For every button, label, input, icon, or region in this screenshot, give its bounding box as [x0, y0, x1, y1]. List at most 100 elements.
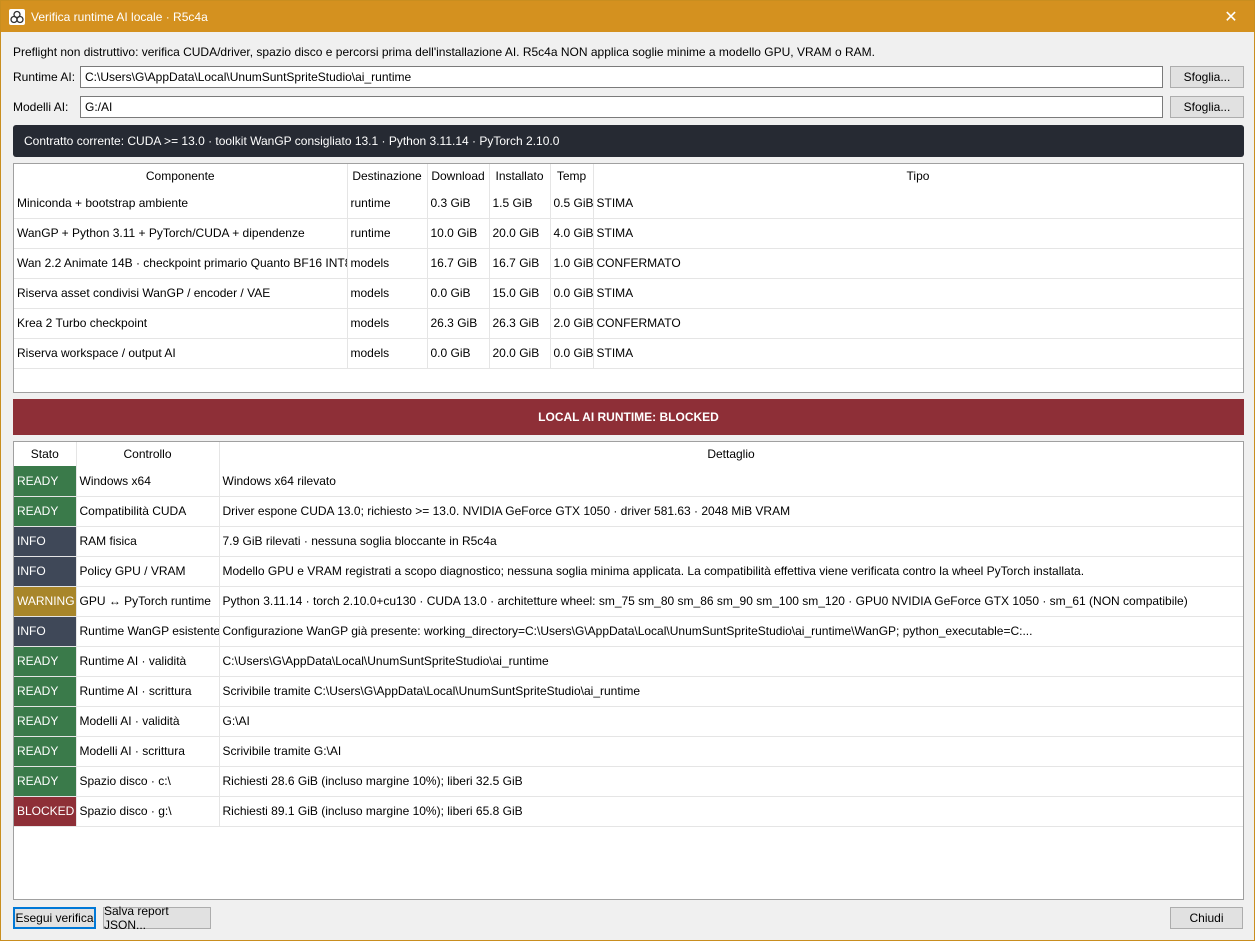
component-cell: STIMA [593, 188, 1243, 219]
component-row[interactable]: Miniconda + bootstrap ambiente runtime 0.3… [14, 188, 1243, 219]
dialog-window: Verifica runtime AI locale · R5c4a ✕ Pre… [0, 0, 1255, 941]
check-row[interactable]: READY Compatibilità CUDA Driver espone CUD… [14, 496, 1243, 527]
checks-table[interactable]: Stato Controllo Dettaglio READY Windows x64… [13, 441, 1244, 900]
component-cell: models [347, 338, 428, 369]
check-row[interactable]: INFO Policy GPU / VRAM Modello GPU e VRAM … [14, 556, 1243, 587]
check-row[interactable]: WARNING GPU ↔ PyTorch runtime Python 3.11.… [14, 586, 1243, 617]
models-path-row: Modelli AI: Sfoglia... [13, 96, 1244, 118]
component-cell: models [347, 308, 428, 339]
checks-header-cell[interactable]: Stato [14, 442, 77, 466]
runtime-path-row: Runtime AI: Sfoglia... [13, 66, 1244, 88]
title-bar[interactable]: Verifica runtime AI locale · R5c4a ✕ [1, 1, 1254, 32]
check-name-cell: Spazio disco · c:\ [76, 766, 220, 797]
check-name-cell: Modelli AI · scrittura [76, 736, 220, 767]
description-text: Preflight non distruttivo: verifica CUDA… [13, 45, 875, 59]
check-name-cell: Runtime WanGP esistente [76, 616, 220, 647]
contract-bar: Contratto corrente: CUDA >= 13.0 · toolk… [13, 125, 1244, 157]
component-cell: 20.0 GiB [489, 338, 551, 369]
components-header-cell[interactable]: Temp [550, 164, 594, 188]
status-badge: WARNING [14, 586, 77, 617]
component-row[interactable]: Wan 2.2 Animate 14B · checkpoint primari… [14, 248, 1243, 279]
status-badge: READY [14, 646, 77, 677]
check-detail-cell: Configurazione WanGP già presente: worki… [219, 616, 1243, 647]
component-cell: runtime [347, 218, 428, 249]
status-badge: INFO [14, 526, 77, 557]
window-title: Verifica runtime AI locale · R5c4a [31, 9, 208, 24]
check-row[interactable]: READY Runtime AI · validità C:\Users\G\App… [14, 646, 1243, 677]
status-banner: LOCAL AI RUNTIME: BLOCKED [13, 399, 1244, 435]
component-cell: 16.7 GiB [489, 248, 551, 279]
check-name-cell: GPU ↔ PyTorch runtime [76, 586, 220, 617]
check-name-cell: RAM fisica [76, 526, 220, 557]
component-cell: WanGP + Python 3.11 + PyTorch/CUDA + dip… [14, 218, 348, 249]
component-cell: 0.5 GiB [550, 188, 594, 219]
component-cell: models [347, 278, 428, 309]
component-cell: Krea 2 Turbo checkpoint [14, 308, 348, 339]
component-cell: 1.0 GiB [550, 248, 594, 279]
check-row[interactable]: INFO Runtime WanGP esistente Configurazion… [14, 616, 1243, 647]
runtime-browse-button[interactable]: Sfoglia... [1170, 66, 1244, 88]
component-cell: runtime [347, 188, 428, 219]
component-row[interactable]: WanGP + Python 3.11 + PyTorch/CUDA + dip… [14, 218, 1243, 249]
status-badge: BLOCKED [14, 796, 77, 827]
checks-header-cell[interactable]: Dettaglio [219, 442, 1243, 466]
save-report-button[interactable]: Salva report JSON... [103, 904, 211, 932]
component-row[interactable]: Riserva workspace / output AI models 0.0 G… [14, 338, 1243, 369]
components-header-cell[interactable]: Tipo [593, 164, 1243, 188]
component-cell: 4.0 GiB [550, 218, 594, 249]
app-icon [9, 8, 25, 25]
check-row[interactable]: READY Windows x64 Windows x64 rilevato [14, 466, 1243, 497]
models-label: Modelli AI: [13, 100, 69, 114]
check-name-cell: Modelli AI · validità [76, 706, 220, 737]
status-badge: READY [14, 706, 77, 737]
component-row[interactable]: Riserva asset condivisi WanGP / encoder … [14, 278, 1243, 309]
components-header-cell[interactable]: Componente [14, 164, 348, 188]
check-row[interactable]: READY Modelli AI · validità G:\AI [14, 706, 1243, 737]
check-detail-cell: C:\Users\G\AppData\Local\UnumSuntSpriteS… [219, 646, 1243, 677]
close-button[interactable]: Chiudi [1170, 907, 1243, 929]
check-name-cell: Windows x64 [76, 466, 220, 497]
components-header-cell[interactable]: Destinazione [347, 164, 428, 188]
component-cell: 26.3 GiB [489, 308, 551, 339]
component-cell: CONFERMATO [593, 308, 1243, 339]
status-badge: READY [14, 676, 77, 707]
check-detail-cell: G:\AI [219, 706, 1243, 737]
status-badge: READY [14, 496, 77, 527]
component-cell: 10.0 GiB [427, 218, 490, 249]
check-detail-cell: Driver espone CUDA 13.0; richiesto >= 13… [219, 496, 1243, 527]
component-cell: 2.0 GiB [550, 308, 594, 339]
components-table[interactable]: Componente Destinazione Download Installato… [13, 163, 1244, 393]
check-row[interactable]: READY Modelli AI · scrittura Scrivibile tr… [14, 736, 1243, 767]
status-badge: INFO [14, 616, 77, 647]
run-check-button[interactable]: Esegui verifica [13, 907, 96, 929]
check-detail-cell: Scrivibile tramite C:\Users\G\AppData\Lo… [219, 676, 1243, 707]
check-detail-cell: Python 3.11.14 · torch 2.10.0+cu130 · CU… [219, 586, 1243, 617]
component-cell: 16.7 GiB [427, 248, 490, 279]
component-cell: 1.5 GiB [489, 188, 551, 219]
check-detail-cell: Richiesti 28.6 GiB (incluso margine 10%)… [219, 766, 1243, 797]
component-cell: 0.0 GiB [550, 278, 594, 309]
check-detail-cell: 7.9 GiB rilevati · nessuna soglia blocca… [219, 526, 1243, 557]
close-icon[interactable]: ✕ [1208, 1, 1254, 32]
runtime-path-input[interactable] [80, 66, 1163, 88]
models-browse-button[interactable]: Sfoglia... [1170, 96, 1244, 118]
status-badge: INFO [14, 556, 77, 587]
components-header-cell[interactable]: Installato [489, 164, 551, 188]
checks-header-cell[interactable]: Controllo [76, 442, 220, 466]
check-row[interactable]: READY Runtime AI · scrittura Scrivibile tr… [14, 676, 1243, 707]
check-detail-cell: Windows x64 rilevato [219, 466, 1243, 497]
models-path-input[interactable] [80, 96, 1163, 118]
component-cell: STIMA [593, 218, 1243, 249]
check-name-cell: Compatibilità CUDA [76, 496, 220, 527]
components-header-cell[interactable]: Download [427, 164, 490, 188]
status-badge: READY [14, 736, 77, 767]
component-cell: 0.0 GiB [427, 338, 490, 369]
component-row[interactable]: Krea 2 Turbo checkpoint models 26.3 GiB 26.… [14, 308, 1243, 339]
check-row[interactable]: INFO RAM fisica 7.9 GiB rilevati · nessuna… [14, 526, 1243, 557]
check-row[interactable]: READY Spazio disco · c:\ Richiesti 28.6 Gi… [14, 766, 1243, 797]
component-cell: 0.3 GiB [427, 188, 490, 219]
component-cell: STIMA [593, 278, 1243, 309]
component-cell: 20.0 GiB [489, 218, 551, 249]
check-detail-cell: Richiesti 89.1 GiB (incluso margine 10%)… [219, 796, 1243, 827]
check-row[interactable]: BLOCKED Spazio disco · g:\ Richiesti 89.1 … [14, 796, 1243, 827]
